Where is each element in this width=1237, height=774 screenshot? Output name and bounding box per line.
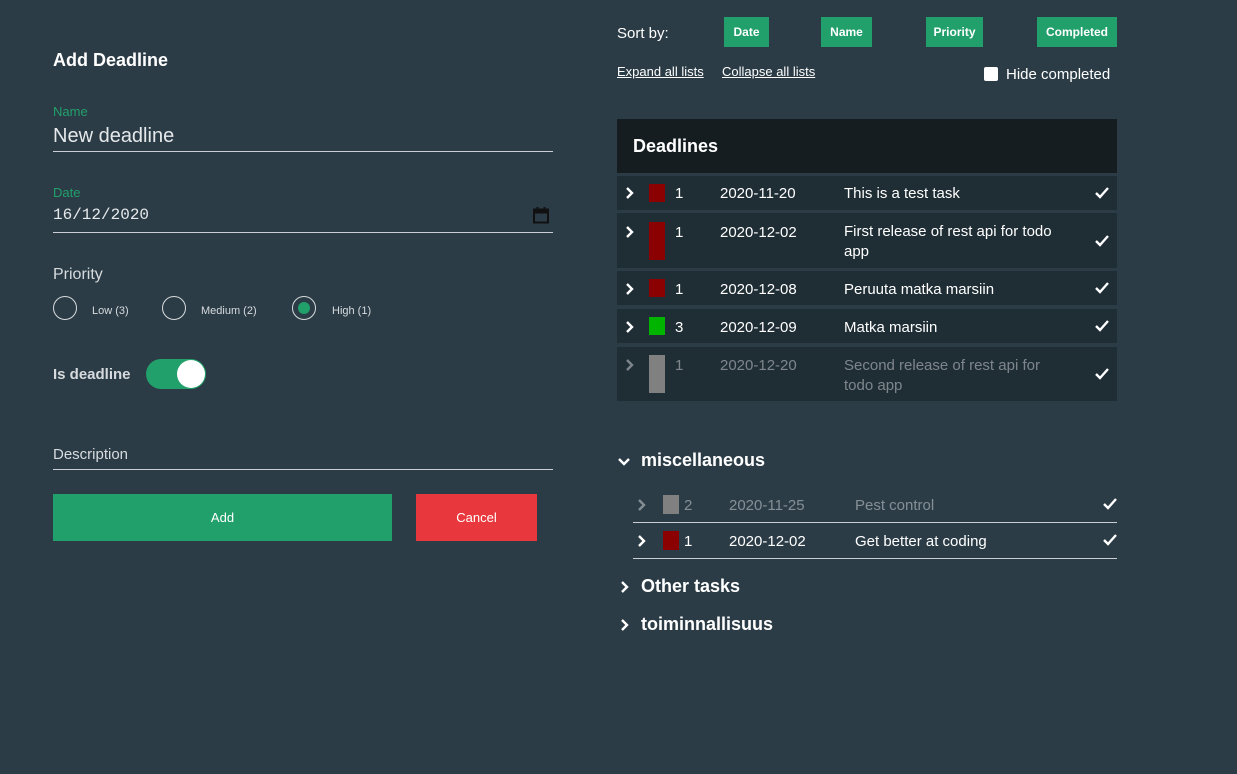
- add-button[interactable]: Add: [53, 494, 392, 541]
- group-name: toiminnallisuus: [641, 614, 774, 634]
- task-name: Pest control: [855, 497, 935, 514]
- deadline-row[interactable]: 1 2020-12-20 Second release of rest api …: [617, 347, 1117, 401]
- name-input[interactable]: [53, 121, 553, 152]
- deadline-date: 2020-12-08: [720, 281, 797, 298]
- priority-high-label: High (1): [332, 305, 372, 317]
- expand-all-link[interactable]: Expand all lists: [617, 64, 704, 79]
- name-label: Name: [53, 104, 88, 119]
- task-name: Get better at coding: [855, 533, 987, 550]
- priority-low-radio[interactable]: [53, 296, 77, 320]
- form-title: Add Deadline: [53, 50, 169, 70]
- priority-number: 1: [675, 281, 684, 298]
- chevron-right-icon[interactable]: [622, 358, 636, 372]
- priority-high-radio[interactable]: [292, 296, 316, 320]
- deadline-name: Second release of rest api for todo app: [844, 357, 1040, 394]
- chevron-right-icon[interactable]: [617, 618, 631, 632]
- date-input[interactable]: 16/12/2020: [53, 202, 553, 233]
- hide-completed-checkbox[interactable]: [984, 67, 998, 81]
- priority-color: [663, 495, 679, 514]
- group-miscellaneous[interactable]: miscellaneous: [617, 450, 765, 471]
- deadlines-header: Deadlines: [617, 119, 1117, 173]
- check-icon[interactable]: [1103, 534, 1117, 546]
- priority-color: [649, 317, 665, 335]
- hide-completed-label: Hide completed: [1006, 66, 1111, 83]
- chevron-right-icon[interactable]: [634, 534, 648, 548]
- chevron-right-icon[interactable]: [622, 282, 636, 296]
- deadlines-title: Deadlines: [633, 136, 719, 156]
- priority-medium-label: Medium (2): [201, 305, 257, 317]
- deadline-date: 2020-12-02: [720, 224, 797, 241]
- is-deadline-toggle[interactable]: [146, 359, 206, 389]
- priority-low-label: Low (3): [92, 305, 129, 317]
- deadline-name: This is a test task: [844, 185, 960, 202]
- group-other-tasks[interactable]: Other tasks: [617, 576, 740, 597]
- chevron-right-icon[interactable]: [622, 186, 636, 200]
- chevron-right-icon[interactable]: [622, 320, 636, 334]
- priority-number: 2: [684, 497, 693, 514]
- deadline-date: 2020-11-20: [720, 185, 796, 202]
- deadline-row[interactable]: 3 2020-12-09 Matka marsiin: [617, 309, 1117, 343]
- priority-title: Priority: [53, 266, 103, 283]
- group-toiminnallisuus[interactable]: toiminnallisuus: [617, 614, 773, 635]
- priority-number: 3: [675, 319, 684, 336]
- priority-color: [649, 222, 665, 260]
- calendar-icon[interactable]: [533, 207, 549, 224]
- row-divider: [633, 558, 1117, 559]
- deadline-date: 2020-12-09: [720, 319, 797, 336]
- check-icon[interactable]: [1095, 282, 1109, 294]
- priority-medium-radio[interactable]: [162, 296, 186, 320]
- priority-number: 1: [675, 224, 684, 241]
- priority-color: [649, 355, 665, 393]
- deadline-date: 2020-12-20: [720, 357, 797, 374]
- task-date: 2020-12-02: [729, 533, 806, 550]
- priority-number: 1: [675, 185, 684, 202]
- group-name: miscellaneous: [641, 450, 766, 470]
- deadline-row[interactable]: 1 2020-12-08 Peruuta matka marsiin: [617, 271, 1117, 305]
- group-name: Other tasks: [641, 576, 741, 596]
- sort-label: Sort by:: [617, 25, 669, 42]
- priority-color: [649, 184, 665, 202]
- deadline-name: Matka marsiin: [844, 319, 938, 336]
- check-icon[interactable]: [1103, 498, 1117, 510]
- priority-number: 1: [684, 533, 693, 550]
- date-value: 16/12/2020: [53, 206, 150, 224]
- cancel-button[interactable]: Cancel: [416, 494, 537, 541]
- check-icon[interactable]: [1095, 187, 1109, 199]
- priority-number: 1: [675, 357, 684, 374]
- description-input[interactable]: [53, 440, 553, 470]
- chevron-down-icon[interactable]: [617, 454, 631, 468]
- check-icon[interactable]: [1095, 368, 1109, 380]
- sort-date-button[interactable]: Date: [724, 17, 769, 47]
- sort-priority-button[interactable]: Priority: [926, 17, 983, 47]
- deadline-row[interactable]: 1 2020-11-20 This is a test task: [617, 176, 1117, 210]
- priority-color: [649, 279, 665, 297]
- check-icon[interactable]: [1095, 235, 1109, 247]
- is-deadline-label: Is deadline: [53, 366, 131, 383]
- deadline-name: Peruuta matka marsiin: [844, 281, 995, 298]
- deadline-row[interactable]: 1 2020-12-02 First release of rest api f…: [617, 213, 1117, 268]
- date-label: Date: [53, 185, 81, 200]
- task-row[interactable]: 2 2020-11-25 Pest control: [633, 487, 1117, 523]
- check-icon[interactable]: [1095, 320, 1109, 332]
- sort-completed-button[interactable]: Completed: [1037, 17, 1117, 47]
- toggle-knob: [177, 360, 205, 388]
- deadline-name: First release of rest api for todo app: [844, 223, 1052, 260]
- sort-name-button[interactable]: Name: [821, 17, 872, 47]
- priority-color: [663, 531, 679, 550]
- chevron-right-icon[interactable]: [622, 225, 636, 239]
- chevron-right-icon[interactable]: [617, 580, 631, 594]
- chevron-right-icon[interactable]: [634, 498, 648, 512]
- task-row[interactable]: 1 2020-12-02 Get better at coding: [633, 523, 1117, 559]
- collapse-all-link[interactable]: Collapse all lists: [722, 64, 815, 79]
- task-date: 2020-11-25: [729, 497, 805, 514]
